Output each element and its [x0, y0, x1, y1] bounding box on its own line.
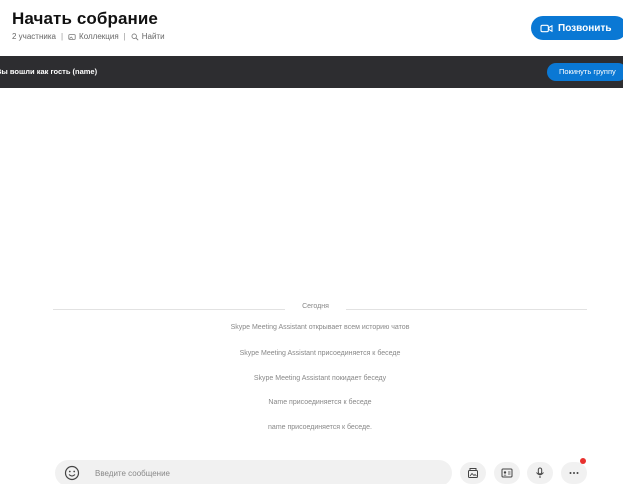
- video-call-icon: [540, 24, 553, 32]
- system-message: Skype Meeting Assistant открывает всем и…: [230, 324, 410, 331]
- message-composer: [55, 460, 452, 484]
- system-message: Name присоединяется к беседе: [268, 399, 372, 406]
- separator: |: [60, 32, 64, 41]
- conversation-subtitle: 2 участника | Коллекция | Найти: [12, 32, 165, 41]
- find-label: Найти: [141, 32, 165, 41]
- system-message: Skype Meeting Assistant покидает беседу: [253, 375, 387, 382]
- conversation-header: Начать собрание 2 участника | Коллекция …: [0, 0, 623, 52]
- separator: |: [123, 32, 126, 41]
- system-message: name присоединяется к беседе.: [268, 424, 372, 431]
- guest-status-text: Вы вошли как гость (name): [0, 67, 98, 76]
- media-gallery-icon: [468, 468, 478, 478]
- find-link[interactable]: Найти: [131, 32, 165, 41]
- more-icon: [569, 472, 579, 474]
- message-input[interactable]: [95, 465, 435, 481]
- date-divider-left: [53, 309, 285, 310]
- notification-dot: [580, 458, 586, 464]
- call-button-label: Позвонить: [558, 22, 612, 34]
- gallery-icon: [68, 33, 76, 40]
- media-gallery-button[interactable]: [460, 462, 486, 484]
- search-icon: [131, 33, 139, 40]
- voice-message-button[interactable]: [527, 462, 553, 484]
- page-title[interactable]: Начать собрание: [12, 9, 158, 29]
- gallery-link[interactable]: Коллекция: [68, 32, 119, 41]
- system-message: Skype Meeting Assistant присоединяется к…: [239, 350, 401, 357]
- date-divider-right: [346, 309, 587, 310]
- emoji-icon[interactable]: [64, 465, 80, 481]
- microphone-icon: [536, 467, 544, 478]
- leave-group-button[interactable]: Покинуть группу: [547, 63, 623, 81]
- contact-card-icon: [501, 468, 513, 478]
- participants-count[interactable]: 2 участника: [12, 32, 56, 41]
- guest-banner: Вы вошли как гость (name): [0, 56, 623, 88]
- contact-card-button[interactable]: [494, 462, 520, 484]
- call-button[interactable]: Позвонить: [531, 16, 623, 40]
- more-options-button[interactable]: [561, 462, 587, 484]
- gallery-label: Коллекция: [79, 32, 119, 41]
- date-label: Сегодня: [302, 303, 329, 310]
